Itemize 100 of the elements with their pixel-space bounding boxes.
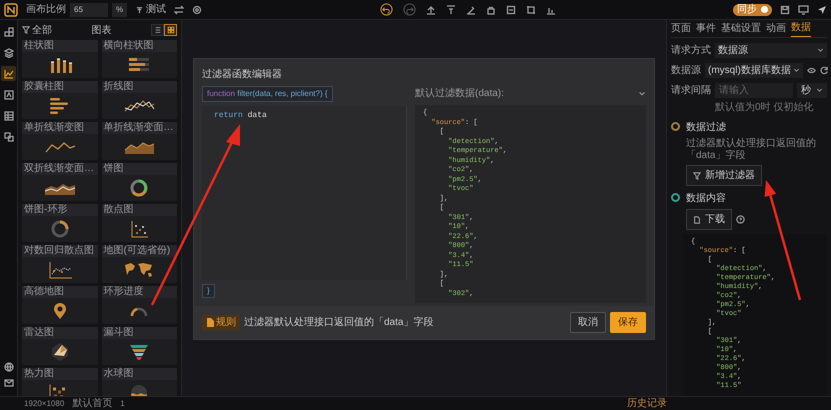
upload-icon[interactable] bbox=[426, 4, 436, 14]
chart-card[interactable]: 横向柱状图 bbox=[102, 40, 177, 78]
tab[interactable]: 动画 bbox=[766, 22, 786, 37]
test-button[interactable]: 测试 bbox=[135, 2, 166, 17]
filter-button[interactable]: 全部 bbox=[22, 22, 52, 38]
chart-card[interactable]: 水球图 bbox=[102, 368, 177, 396]
mail-icon[interactable] bbox=[4, 378, 14, 388]
cancel-button[interactable]: 取消 bbox=[570, 312, 606, 333]
dialog-title: 过滤器函数编辑器 bbox=[201, 68, 283, 82]
save-button[interactable]: 保存 bbox=[610, 312, 646, 333]
rule-text: 过滤器默认处理接口返回值的「data」字段 bbox=[244, 316, 434, 330]
select-field[interactable]: (mysql)数据库数据 bbox=[705, 63, 803, 78]
crop-icon[interactable] bbox=[526, 4, 536, 14]
card-label: 环形进度 bbox=[102, 286, 177, 298]
chart-card[interactable]: 对数回归散点图 bbox=[22, 245, 98, 283]
document-icon bbox=[693, 216, 701, 224]
view-toggle[interactable] bbox=[164, 24, 177, 36]
chart-card[interactable]: 单折线渐变面… bbox=[102, 122, 177, 160]
list-view-icon bbox=[154, 26, 162, 34]
logo-icon bbox=[4, 2, 18, 16]
send-icon[interactable] bbox=[817, 4, 827, 14]
card-label: 地图(可选省份) bbox=[102, 245, 177, 257]
card-label: 饼图-环形 bbox=[22, 204, 98, 216]
preview-label: 默认过滤数据(data): bbox=[415, 86, 504, 101]
field-hint: 默认值为0时 仅初始化 bbox=[714, 100, 814, 115]
field-label: 请求方式 bbox=[671, 44, 711, 58]
card-label: 漏斗图 bbox=[102, 327, 177, 339]
resolution-text: 1920×1080 bbox=[24, 398, 64, 410]
chart-card[interactable]: 热力图 bbox=[22, 368, 98, 396]
scale-field[interactable]: 65 bbox=[70, 2, 108, 16]
rail-button[interactable] bbox=[1, 66, 16, 81]
add-filter-button[interactable]: 新增过滤器 bbox=[686, 165, 762, 186]
chart-card[interactable]: 双折线渐变面… bbox=[22, 163, 98, 201]
chart-card[interactable]: 饼图 bbox=[102, 163, 177, 201]
chart-card[interactable]: 地图(可选省份) bbox=[102, 245, 177, 283]
card-label: 散点图 bbox=[102, 204, 177, 216]
card-label: 双折线渐变面… bbox=[22, 163, 98, 175]
tab[interactable]: 页面 bbox=[671, 22, 691, 37]
card-label: 高德地图 bbox=[22, 286, 98, 298]
chart-card[interactable]: 饼图-环形 bbox=[22, 204, 98, 242]
align-icon[interactable] bbox=[446, 4, 456, 14]
tab[interactable]: 事件 bbox=[696, 22, 716, 37]
card-label: 水球图 bbox=[102, 368, 177, 380]
download-button[interactable]: 下载 bbox=[686, 209, 732, 230]
shapes-icon bbox=[4, 132, 14, 142]
card-label: 折线图 bbox=[102, 81, 177, 93]
unit-select[interactable]: 秒 bbox=[797, 83, 827, 98]
filter-icon bbox=[693, 172, 701, 180]
step-title: 数据内容 bbox=[686, 192, 727, 206]
tab[interactable]: 基础设置 bbox=[721, 22, 761, 37]
chart-card[interactable]: 胶囊柱图 bbox=[22, 81, 98, 119]
field-label: 数据源 bbox=[671, 64, 701, 78]
chart-card[interactable]: 雷达图 bbox=[22, 327, 98, 365]
chart-card[interactable]: 柱状图 bbox=[22, 40, 98, 78]
closing-brace: } bbox=[202, 284, 215, 298]
card-label: 热力图 bbox=[22, 368, 98, 380]
globe-icon[interactable] bbox=[4, 362, 14, 372]
chevron-down-icon bbox=[816, 87, 823, 94]
rule-badge: 规则 bbox=[202, 315, 240, 330]
percent-unit: % bbox=[112, 2, 128, 16]
chart-card[interactable]: 漏斗图 bbox=[102, 327, 177, 365]
function-signature: function filter(data, res, piclient?) { bbox=[202, 86, 333, 102]
filter-icon bbox=[22, 26, 30, 34]
code-editor[interactable]: return data bbox=[202, 106, 407, 280]
grid-view-icon bbox=[166, 26, 174, 34]
redo-icon[interactable] bbox=[402, 3, 416, 16]
save-icon[interactable] bbox=[780, 4, 790, 14]
card-label: 饼图 bbox=[102, 163, 177, 175]
line-chart-icon bbox=[4, 68, 14, 78]
monitor-icon[interactable] bbox=[798, 4, 809, 14]
step-description: 过滤器默认处理接口返回值的「data」字段 bbox=[686, 138, 817, 162]
chevron-down-icon[interactable] bbox=[638, 90, 646, 98]
interval-input[interactable]: 请输入 bbox=[715, 83, 793, 98]
chart-card[interactable]: 单折线渐变图 bbox=[22, 122, 98, 160]
chart-card[interactable]: 环形进度 bbox=[102, 286, 177, 324]
help-icon[interactable] bbox=[736, 215, 745, 224]
layers-icon bbox=[4, 48, 14, 58]
chart-card[interactable]: 散点图 bbox=[102, 204, 177, 242]
table-icon bbox=[4, 110, 14, 120]
page-name: 默认首页 bbox=[72, 397, 112, 410]
tab[interactable]: 数据 bbox=[791, 21, 811, 37]
card-label: 单折线渐变图 bbox=[22, 122, 98, 134]
view-toggle[interactable] bbox=[151, 24, 164, 36]
chart-card[interactable]: 折线图 bbox=[102, 81, 177, 119]
swap-icon[interactable] bbox=[174, 4, 184, 14]
blocks-icon bbox=[4, 26, 14, 36]
text-box-icon bbox=[4, 90, 14, 100]
step-title: 数据过滤 bbox=[686, 120, 727, 135]
map-pin-icon bbox=[54, 302, 66, 320]
chart-card[interactable]: 高德地图 bbox=[22, 286, 98, 324]
eye-icon[interactable] bbox=[806, 66, 816, 75]
undo-icon[interactable] bbox=[380, 3, 393, 16]
select-field[interactable]: 数据源 bbox=[715, 43, 827, 58]
card-label: 横向柱状图 bbox=[102, 40, 177, 52]
refresh-icon[interactable] bbox=[820, 66, 829, 75]
settings-icon[interactable] bbox=[192, 4, 202, 14]
chevron-down-icon bbox=[792, 67, 800, 74]
history-link[interactable]: 历史记录 bbox=[627, 396, 667, 410]
sync-toggle[interactable]: 同步 bbox=[733, 4, 772, 16]
frame-icon[interactable] bbox=[506, 4, 516, 14]
